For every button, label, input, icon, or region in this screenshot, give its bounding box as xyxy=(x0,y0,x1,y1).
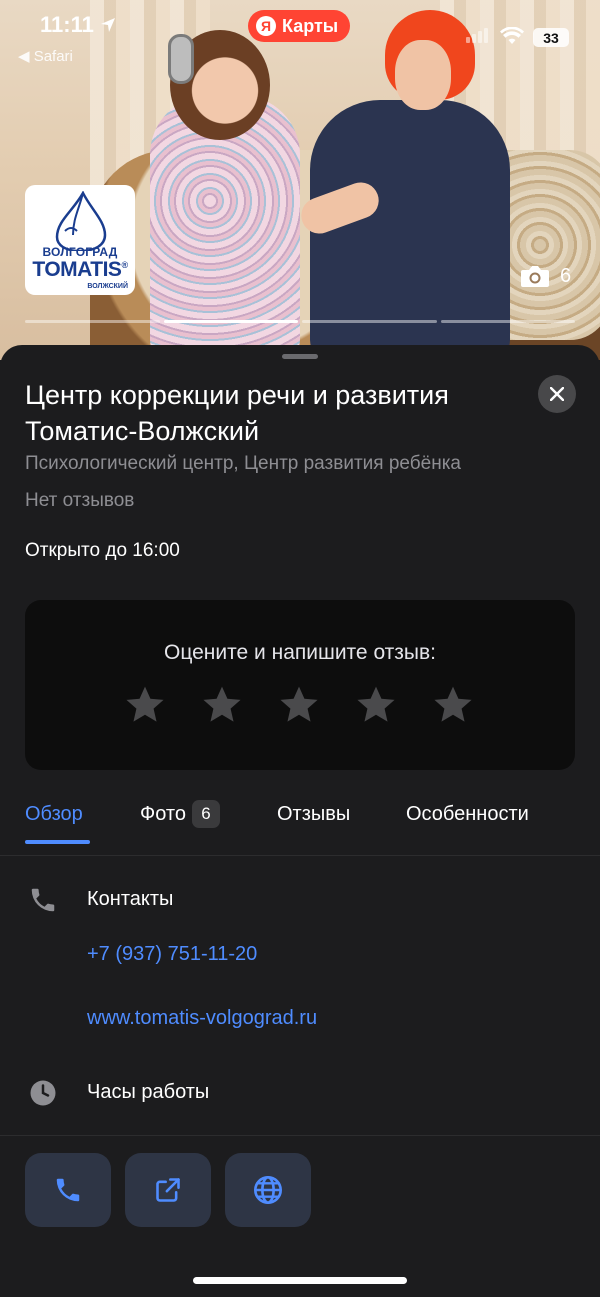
app-indicator-pill: Я Карты xyxy=(248,10,351,42)
gallery-progress-segment xyxy=(302,320,437,323)
star-icon[interactable] xyxy=(201,684,243,726)
star-icon[interactable] xyxy=(432,684,474,726)
status-bar: 11:11 ◀ Safari Я Карты 33 xyxy=(0,0,600,70)
globe-icon xyxy=(254,1176,282,1204)
tab-overview[interactable]: Обзор xyxy=(25,800,83,828)
gallery-progress-segment-active xyxy=(163,320,298,323)
photos-count-badge: 6 xyxy=(191,800,220,828)
logo-subcity-text: ВОЛЖСКИЙ xyxy=(87,283,128,290)
tab-reviews-label: Отзывы xyxy=(277,802,351,825)
tab-photos-label: Фото xyxy=(140,802,186,825)
close-icon xyxy=(550,387,564,401)
phone-link[interactable]: +7 (937) 751-11-20 xyxy=(87,943,257,966)
star-icon[interactable] xyxy=(355,684,397,726)
battery-icon: 33 xyxy=(533,28,569,47)
tab-overview-label: Обзор xyxy=(25,802,83,825)
sheet-grabber-handle[interactable] xyxy=(282,354,318,359)
battery-level: 33 xyxy=(543,29,559,46)
location-arrow-icon xyxy=(100,18,115,32)
home-indicator[interactable] xyxy=(193,1277,407,1284)
gallery-progress-segment xyxy=(440,320,575,323)
rating-stars xyxy=(124,684,474,726)
clock-icon xyxy=(30,1080,56,1106)
hours-heading[interactable]: Часы работы xyxy=(87,1081,209,1104)
website-button[interactable] xyxy=(225,1153,311,1227)
gallery-progress xyxy=(25,320,575,323)
active-tab-indicator xyxy=(25,840,90,844)
cellular-signal-icon xyxy=(466,28,488,43)
tab-reviews[interactable]: Отзывы xyxy=(277,800,350,828)
logo-brand-text: TOMATIS® xyxy=(32,258,128,281)
place-tabs: Обзор Фото 6 Отзывы Особенности xyxy=(0,800,600,856)
place-card-sheet: Центр коррекции речи и развития Томатис-… xyxy=(0,345,600,1297)
status-time: 11:11 xyxy=(40,12,116,38)
website-link[interactable]: www.tomatis-volgograd.ru xyxy=(87,1007,317,1030)
contacts-heading: Контакты xyxy=(87,888,174,910)
rating-prompt: Оцените и напишите отзыв: xyxy=(164,641,436,664)
reviews-summary: Нет отзывов xyxy=(25,490,135,511)
status-time-text: 11:11 xyxy=(40,12,94,37)
place-title: Центр коррекции речи и развития Томатис-… xyxy=(25,380,449,446)
back-to-app-link[interactable]: ◀ Safari xyxy=(18,47,73,65)
star-icon[interactable] xyxy=(124,684,166,726)
organization-logo: ВОЛГОГРАД TOMATIS® ВОЛЖСКИЙ xyxy=(25,185,135,295)
star-icon[interactable] xyxy=(278,684,320,726)
app-name: Карты xyxy=(282,15,339,36)
share-button[interactable] xyxy=(125,1153,211,1227)
share-icon xyxy=(156,1178,180,1202)
yandex-logo-icon: Я xyxy=(256,16,276,36)
rating-card: Оцените и напишите отзыв: xyxy=(25,600,575,770)
action-bar xyxy=(25,1153,311,1227)
tab-features[interactable]: Особенности xyxy=(406,800,529,828)
logo-city-text: ВОЛГОГРАД xyxy=(42,245,118,259)
close-button[interactable] xyxy=(538,375,576,413)
camera-icon xyxy=(521,266,549,287)
photo-count[interactable]: 6 xyxy=(520,264,571,288)
gallery-progress-segment xyxy=(25,320,160,323)
photo-count-value: 6 xyxy=(560,264,572,287)
open-status[interactable]: Открыто до 16:00 xyxy=(25,540,180,562)
tab-photos[interactable]: Фото 6 xyxy=(140,800,220,828)
tab-features-label: Особенности xyxy=(406,802,529,825)
logo-drop-icon xyxy=(55,191,107,251)
phone-icon xyxy=(56,1178,80,1202)
wifi-icon xyxy=(500,27,524,44)
divider xyxy=(0,1135,600,1136)
phone-icon xyxy=(31,888,55,912)
place-categories: Психологический центр, Центр развития ре… xyxy=(25,453,461,474)
call-button[interactable] xyxy=(25,1153,111,1227)
